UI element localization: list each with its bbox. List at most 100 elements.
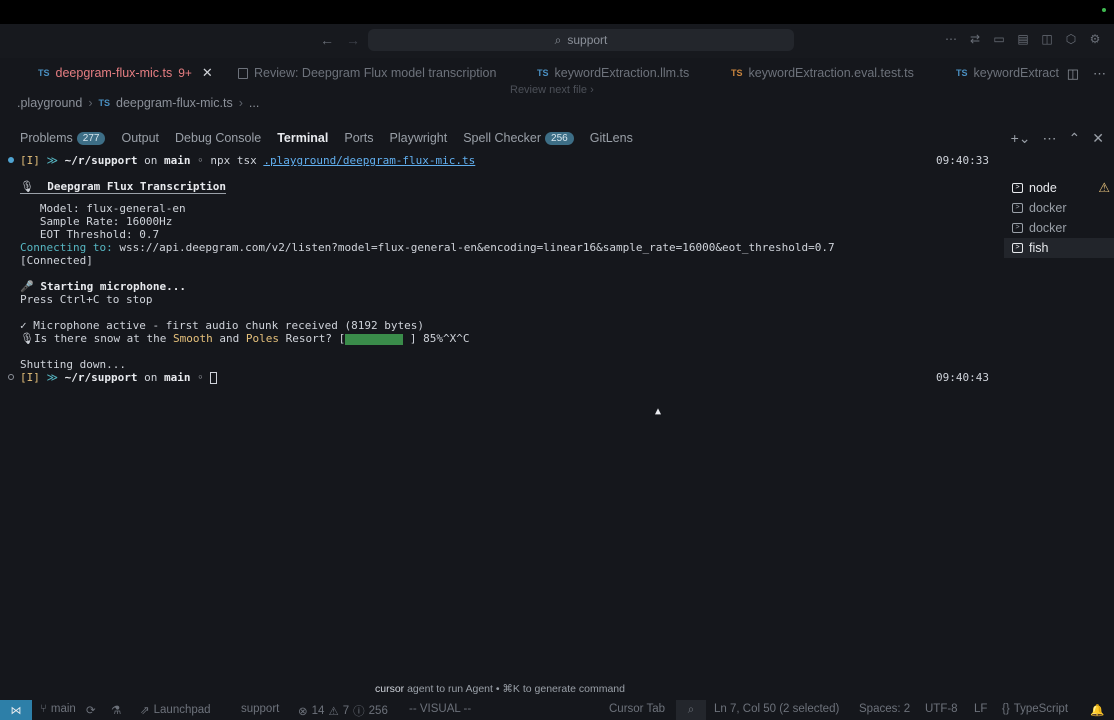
forward-arrow-icon[interactable]: → [346,32,360,48]
microphone-icon: 🎤 [20,280,34,293]
transcript-word: Poles [245,332,280,345]
remote-indicator-icon[interactable]: ⋈ [0,700,32,720]
terminal-prompt-line: [I] ≫ ~/r/support on main ◦ [20,371,218,384]
command-center-search[interactable]: ⌕ support [368,29,794,51]
tab-terminal[interactable]: Terminal [277,131,328,145]
vi-mode: [I] [20,371,40,384]
launchpad[interactable]: ⇗ Launchpad [140,703,211,717]
cursor-position[interactable]: Ln 7, Col 50 (2 selected) [714,703,839,715]
workspace[interactable]: support [241,703,279,715]
command-pending-dot-icon [8,374,14,380]
breadcrumb-more[interactable]: ... [249,96,259,110]
tab-review[interactable]: Review: Deepgram Flux model transcriptio… [238,58,496,88]
agent-hint: cursor agent to run Agent • ⌘K to genera… [0,683,1000,695]
prompt-file-link[interactable]: .playground/deepgram-flux-mic.ts [263,154,475,167]
more-actions-icon[interactable]: ⋯ [1093,66,1106,82]
transcript-text: Is there snow at the [33,332,174,345]
maximize-panel-chevron-up-icon[interactable]: ⌃ [1069,130,1081,147]
sync-icon[interactable]: ⟳ [86,703,96,717]
close-panel-icon[interactable]: ✕ [1092,130,1104,147]
terminal-item-docker[interactable]: > docker [1004,218,1114,238]
tab-debug-console[interactable]: Debug Console [175,131,261,145]
toggle-sidebar-icon[interactable]: ▭ [992,32,1006,46]
terminal-output[interactable]: [I] ≫ ~/r/support on main ◦ npx tsx .pla… [0,154,1000,694]
git-branch[interactable]: ⑂ main [40,703,76,715]
launchpad-icon: ⇗ [140,705,150,717]
connecting-url: wss://api.deepgram.com/v2/listen?model=f… [112,241,835,254]
editor-window: ← → ⌕ support ⋯ ⇄ ▭ ▤ ◫ ⬡ ⚙ TS deepgram-… [0,24,1114,720]
settings-gear-icon[interactable]: ⚙ [1088,32,1102,46]
terminal-item-label: docker [1029,221,1067,235]
tab-keyword-extraction-eval[interactable]: TS keywordExtraction.eval.test.ts [731,58,914,88]
indentation[interactable]: Spaces: 2 [859,703,910,715]
info-icon: ⓘ [353,706,365,718]
bottom-panel: Problems 277 Output Debug Console Termin… [0,124,1114,704]
confidence-progress-bar [345,333,404,345]
split-editor-icon[interactable]: ◫ [1067,66,1079,82]
breadcrumb-folder[interactable]: .playground [17,96,82,110]
layout-icon[interactable]: ◫ [1040,32,1054,46]
cursor-tab[interactable]: Cursor Tab [609,703,665,715]
tab-deepgram-flux-mic[interactable]: TS deepgram-flux-mic.ts 9+ ✕ [38,58,213,88]
tab-ports[interactable]: Ports [344,131,373,145]
sample-rate-line: Sample Rate: 16000Hz [20,215,173,228]
error-count: 14 [311,705,325,717]
tab-label: deepgram-flux-mic.ts [55,66,173,80]
branch-icon: ⑂ [40,703,47,715]
language-label: TypeScript [1013,703,1069,715]
starting-text: Starting microphone... [40,280,187,293]
more-actions-icon[interactable]: ⋯ [1043,130,1057,147]
transcript-line: 🎙Is there snow at the Smooth and Poles R… [20,332,470,345]
search-text: support [567,33,608,47]
panel-actions: +⌄ ⋯ ⌃ ✕ [1011,130,1104,147]
compare-icon[interactable]: ⇄ [968,32,982,46]
new-terminal-plus-icon[interactable]: +⌄ [1011,130,1031,147]
eot-line: EOT Threshold: 0.7 [20,228,160,241]
language-mode[interactable]: {} TypeScript [1002,703,1068,715]
mic-active-line: ✓ Microphone active - first audio chunk … [20,319,424,332]
warning-count: 7 [342,705,350,717]
typescript-file-icon: TS [98,98,111,108]
terminal-icon: > [1012,183,1023,193]
zoom-search-icon[interactable]: ⌕ [676,700,706,720]
tab-label: keywordExtract [973,66,1059,80]
problems-summary[interactable]: ⊗ 14 ⚠ 7 ⓘ 256 [298,703,388,719]
problems-count-badge: 277 [76,131,106,145]
title-bar-actions: ⋯ ⇄ ▭ ▤ ◫ ⬡ ⚙ [944,32,1102,46]
typescript-file-icon: TS [956,68,968,78]
line-ending[interactable]: LF [974,703,987,715]
chevron-right-icon: › [88,96,93,110]
more-icon[interactable]: ⋯ [944,32,958,46]
prompt-dot-glyph: ◦ [197,371,204,384]
timestamp: 09:40:33 [936,154,989,167]
tab-keyword-extract[interactable]: TS keywordExtract [956,58,1060,88]
git-graph-icon[interactable]: ⚗ [111,703,121,717]
tab-problems[interactable]: Problems 277 [20,131,106,145]
tab-label: Problems [20,131,73,145]
tab-playwright[interactable]: Playwright [390,131,448,145]
prompt-on: on [144,154,158,167]
extensions-icon[interactable]: ⬡ [1064,32,1078,46]
tab-spell-checker[interactable]: Spell Checker 256 [463,131,574,145]
terminal-item-fish[interactable]: > fish [1004,238,1114,258]
review-next-file-hint[interactable]: Review next file › [510,84,594,96]
toggle-panel-icon[interactable]: ▤ [1016,32,1030,46]
prompt-path: ~/r/support [64,371,138,384]
encoding[interactable]: UTF-8 [925,703,958,715]
terminal-item-node[interactable]: > node ⚠ [1004,178,1114,198]
breadcrumb-file[interactable]: deepgram-flux-mic.ts [116,96,233,110]
tab-output[interactable]: Output [121,131,159,145]
warning-icon: ⚠ [328,706,339,718]
tab-gitlens[interactable]: GitLens [590,131,633,145]
close-tab-icon[interactable]: ✕ [202,65,213,81]
command-success-dot-icon [8,157,14,163]
notifications-bell-icon[interactable]: 🔔 [1090,703,1104,717]
typescript-file-icon: TS [537,68,549,78]
tab-label: GitLens [589,131,633,145]
warning-icon: ⚠ [1098,180,1110,195]
panel-tab-bar: Problems 277 Output Debug Console Termin… [20,131,633,145]
back-arrow-icon[interactable]: ← [320,32,334,48]
terminal-item-docker[interactable]: > docker [1004,198,1114,218]
tab-label: keywordExtraction.llm.ts [554,66,690,80]
prompt-arrows: ≫ [46,154,59,167]
